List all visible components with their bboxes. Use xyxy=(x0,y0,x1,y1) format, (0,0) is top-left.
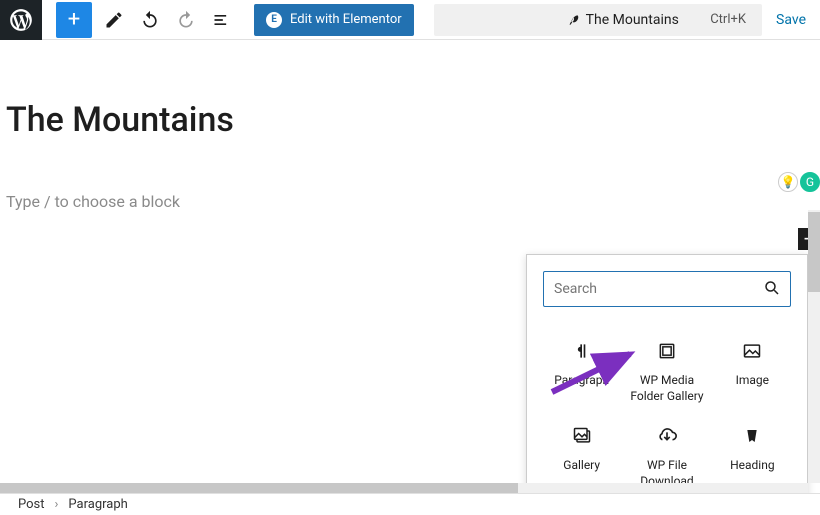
feather-icon xyxy=(566,13,580,27)
paragraph-icon xyxy=(570,339,594,363)
block-grid: Paragraph WP Media Folder Gallery Image … xyxy=(527,323,807,493)
media-folder-icon xyxy=(655,339,679,363)
edit-elementor-button[interactable]: E Edit with Elementor xyxy=(254,4,414,36)
search-icon xyxy=(763,279,781,297)
wordpress-logo[interactable] xyxy=(0,0,42,40)
block-paragraph[interactable]: Paragraph xyxy=(539,329,624,414)
block-image[interactable]: Image xyxy=(710,329,795,414)
save-button[interactable]: Save xyxy=(776,12,806,28)
undo-icon[interactable] xyxy=(136,2,164,38)
elementor-label: Edit with Elementor xyxy=(290,12,402,27)
block-wp-media-folder-gallery[interactable]: WP Media Folder Gallery xyxy=(624,329,709,414)
block-placeholder[interactable]: Type / to choose a block xyxy=(6,192,820,211)
heading-icon xyxy=(740,424,764,448)
vertical-scrollbar[interactable] xyxy=(808,210,820,483)
breadcrumb-post[interactable]: Post xyxy=(18,497,45,512)
list-view-icon[interactable] xyxy=(208,2,236,38)
badge-grammarly[interactable]: G xyxy=(800,172,820,192)
add-block-button[interactable]: + xyxy=(56,2,92,38)
block-wp-file-download[interactable]: WP File Download Category xyxy=(624,414,709,493)
wordpress-icon xyxy=(8,7,34,33)
image-icon xyxy=(740,339,764,363)
breadcrumb: Post › Paragraph xyxy=(0,493,820,515)
horizontal-scrollbar[interactable] xyxy=(0,483,808,493)
search-input[interactable] xyxy=(543,271,791,307)
badge-hint[interactable]: 💡 xyxy=(778,172,798,192)
pencil-icon[interactable] xyxy=(100,2,128,38)
post-title[interactable]: The Mountains xyxy=(6,100,820,140)
floating-badges: 💡 G xyxy=(778,172,820,192)
redo-icon[interactable] xyxy=(172,2,200,38)
elementor-icon: E xyxy=(266,12,282,28)
command-bar[interactable]: The Mountains Ctrl+K xyxy=(434,4,762,36)
doc-title: The Mountains xyxy=(586,12,711,28)
gallery-icon xyxy=(570,424,594,448)
topbar: + E Edit with Elementor The Mountains Ct… xyxy=(0,0,820,40)
editor-canvas: The Mountains Type / to choose a block 💡… xyxy=(0,40,820,493)
cloud-download-icon xyxy=(655,424,679,448)
chevron-right-icon: › xyxy=(55,497,59,512)
breadcrumb-paragraph[interactable]: Paragraph xyxy=(68,497,127,512)
shortcut-hint: Ctrl+K xyxy=(710,12,746,27)
plus-icon: + xyxy=(68,9,80,31)
block-heading[interactable]: Heading xyxy=(710,414,795,493)
block-gallery[interactable]: Gallery xyxy=(539,414,624,493)
block-inserter-panel: Paragraph WP Media Folder Gallery Image … xyxy=(526,254,808,493)
